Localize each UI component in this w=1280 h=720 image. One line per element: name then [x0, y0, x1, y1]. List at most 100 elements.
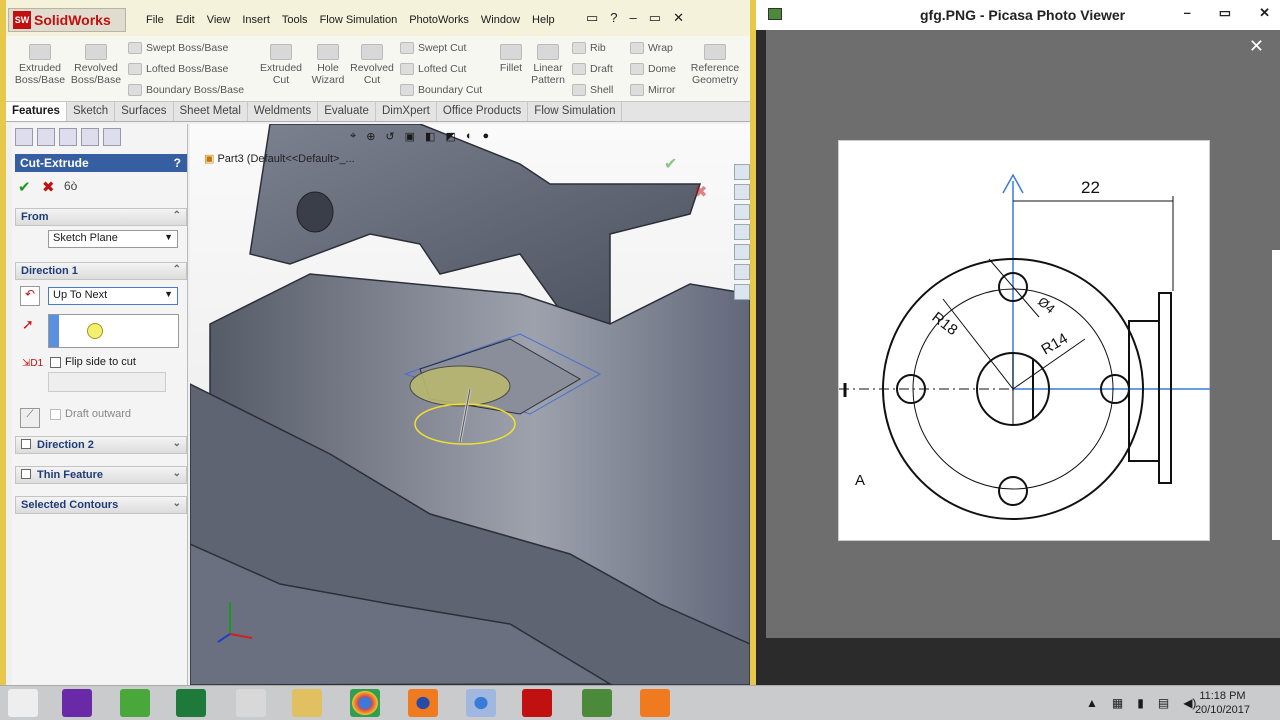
lofted-cut-button[interactable]: Lofted Cut — [400, 63, 466, 75]
preview-icon[interactable]: 6ò — [64, 179, 77, 193]
from-select[interactable]: Sketch Plane ▼ — [48, 230, 178, 248]
shell-button[interactable]: Shell — [572, 84, 613, 96]
feature-tree-icon[interactable] — [15, 128, 33, 146]
draft-button[interactable]: Draft — [572, 63, 613, 75]
extruded-boss-button[interactable]: Extruded Boss/Base — [12, 42, 68, 86]
start-windows-icon[interactable] — [8, 689, 38, 717]
tab-surfaces[interactable]: Surfaces — [115, 102, 174, 121]
search-icon[interactable] — [734, 224, 750, 240]
direction-selection-box[interactable] — [48, 314, 179, 348]
confirm-cancel-icon[interactable]: ✖ — [694, 182, 707, 202]
chrome-icon[interactable] — [350, 689, 380, 717]
tab-flow-simulation[interactable]: Flow Simulation — [528, 102, 623, 121]
zoom-fit-icon[interactable]: ⌖ — [350, 130, 356, 148]
menu-flow-simulation[interactable]: Flow Simulation — [314, 12, 404, 28]
linear-pattern-button[interactable]: Linear Pattern — [526, 42, 570, 86]
menu-insert[interactable]: Insert — [236, 12, 276, 28]
menu-window[interactable]: Window — [475, 12, 526, 28]
menu-edit[interactable]: Edit — [170, 12, 201, 28]
recorder-icon[interactable] — [640, 689, 670, 717]
hide-show-icon[interactable]: ◐ — [466, 130, 473, 148]
selected-contours-section-header[interactable]: Selected Contours ⌄ — [15, 496, 187, 514]
next-image-peek[interactable] — [1272, 250, 1280, 540]
minimize-icon[interactable]: – — [1184, 5, 1191, 21]
section-view-icon[interactable]: ▣ — [405, 130, 415, 148]
thin-feature-section-header[interactable]: Thin Feature ⌄ — [15, 466, 187, 484]
excel-icon[interactable] — [176, 689, 206, 717]
depth-input[interactable] — [48, 372, 166, 392]
display-style-icon[interactable]: ◩ — [445, 130, 455, 148]
revolved-cut-button[interactable]: Revolved Cut — [348, 42, 396, 86]
tab-sheet-metal[interactable]: Sheet Metal — [174, 102, 248, 121]
menu-photoworks[interactable]: PhotoWorks — [403, 12, 475, 28]
configuration-icon[interactable] — [59, 128, 77, 146]
display-manager-icon[interactable] — [103, 128, 121, 146]
draft-outward-checkbox[interactable]: Draft outward — [50, 408, 131, 420]
rib-button[interactable]: Rib — [572, 42, 606, 54]
feature-tree-root[interactable]: ▣ Part3 (Default<<Default>_... — [204, 152, 355, 165]
home-icon[interactable] — [734, 164, 750, 180]
viewer-close-icon[interactable]: ✕ — [1249, 36, 1264, 57]
dome-button[interactable]: Dome — [630, 63, 676, 75]
custom-properties-icon[interactable] — [734, 284, 750, 300]
close-icon[interactable]: ✕ — [721, 124, 731, 126]
visual-studio-icon[interactable] — [62, 689, 92, 717]
hole-wizard-button[interactable]: Hole Wizard — [308, 42, 348, 86]
graphics-viewport[interactable]: ▣ Part3 (Default<<Default>_... ⌖ ⊕ ↺ ▣ ◧… — [190, 124, 750, 685]
confirm-ok-icon[interactable]: ✔ — [664, 154, 677, 174]
direction1-section-header[interactable]: Direction 1 ⌃ — [15, 262, 187, 280]
revolved-boss-button[interactable]: Revolved Boss/Base — [68, 42, 124, 86]
utorrent-icon[interactable] — [120, 689, 150, 717]
3d-model[interactable] — [190, 124, 750, 685]
minimize-icon[interactable]: – — [688, 124, 695, 126]
chrome-canary-icon[interactable] — [466, 689, 496, 717]
show-hidden-icons[interactable]: ▲ — [1086, 696, 1098, 710]
tab-office-products[interactable]: Office Products — [437, 102, 529, 121]
menu-tools[interactable]: Tools — [276, 12, 314, 28]
paint-icon[interactable] — [236, 689, 266, 717]
minimize-icon[interactable]: – — [630, 10, 637, 26]
new-doc-icon[interactable]: ▭ — [586, 10, 598, 26]
picasa-taskbar-icon[interactable] — [582, 689, 612, 717]
appearances-icon[interactable] — [734, 264, 750, 280]
file-explorer-icon[interactable] — [292, 689, 322, 717]
tab-evaluate[interactable]: Evaluate — [318, 102, 376, 121]
help-icon[interactable]: ? — [174, 156, 181, 170]
menu-view[interactable]: View — [201, 12, 237, 28]
boundary-boss-button[interactable]: Boundary Boss/Base — [128, 84, 244, 96]
swept-boss-button[interactable]: Swept Boss/Base — [128, 42, 228, 54]
ok-icon[interactable]: ✔ — [18, 178, 31, 196]
cancel-icon[interactable]: ✖ — [42, 178, 55, 196]
file-explorer-icon[interactable] — [734, 204, 750, 220]
appearance-icon[interactable]: ● — [483, 130, 490, 148]
system-clock[interactable]: 11:18 PM 20/10/2017 — [1195, 689, 1250, 717]
network-icon[interactable]: ▦ — [1112, 696, 1123, 710]
firefox-icon[interactable] — [408, 689, 438, 717]
reverse-direction-icon[interactable]: ↶ — [20, 286, 40, 306]
zoom-area-icon[interactable]: ⊕ — [366, 130, 375, 148]
restore-icon[interactable]: ❐ — [703, 124, 714, 126]
view-orientation-icon[interactable]: ◧ — [425, 130, 435, 148]
tab-sketch[interactable]: Sketch — [67, 102, 116, 121]
draft-icon[interactable]: ⟋ — [20, 408, 40, 428]
previous-view-icon[interactable]: ↺ — [385, 130, 394, 148]
design-library-icon[interactable] — [734, 184, 750, 200]
fillet-button[interactable]: Fillet — [496, 42, 526, 74]
maximize-icon[interactable]: ▭ — [1219, 5, 1231, 21]
from-section-header[interactable]: From ⌃ — [15, 208, 187, 226]
mirror-button[interactable]: Mirror — [630, 84, 675, 96]
tab-weldments[interactable]: Weldments — [248, 102, 319, 121]
lofted-boss-button[interactable]: Lofted Boss/Base — [128, 63, 228, 75]
menu-file[interactable]: File — [140, 12, 170, 28]
maximize-icon[interactable]: ▭ — [649, 10, 661, 26]
property-manager-icon[interactable] — [37, 128, 55, 146]
solidworks-logo[interactable]: SW SolidWorks — [8, 8, 126, 32]
signal-icon[interactable]: ▤ — [1158, 696, 1169, 710]
boundary-cut-button[interactable]: Boundary Cut — [400, 84, 482, 96]
menu-help[interactable]: Help — [526, 12, 561, 28]
close-icon[interactable]: ✕ — [1259, 5, 1270, 21]
battery-icon[interactable]: ▮ — [1137, 696, 1144, 710]
extruded-cut-button[interactable]: Extruded Cut — [254, 42, 308, 86]
solidworks-taskbar-icon[interactable] — [522, 689, 552, 717]
tab-dimxpert[interactable]: DimXpert — [376, 102, 437, 121]
